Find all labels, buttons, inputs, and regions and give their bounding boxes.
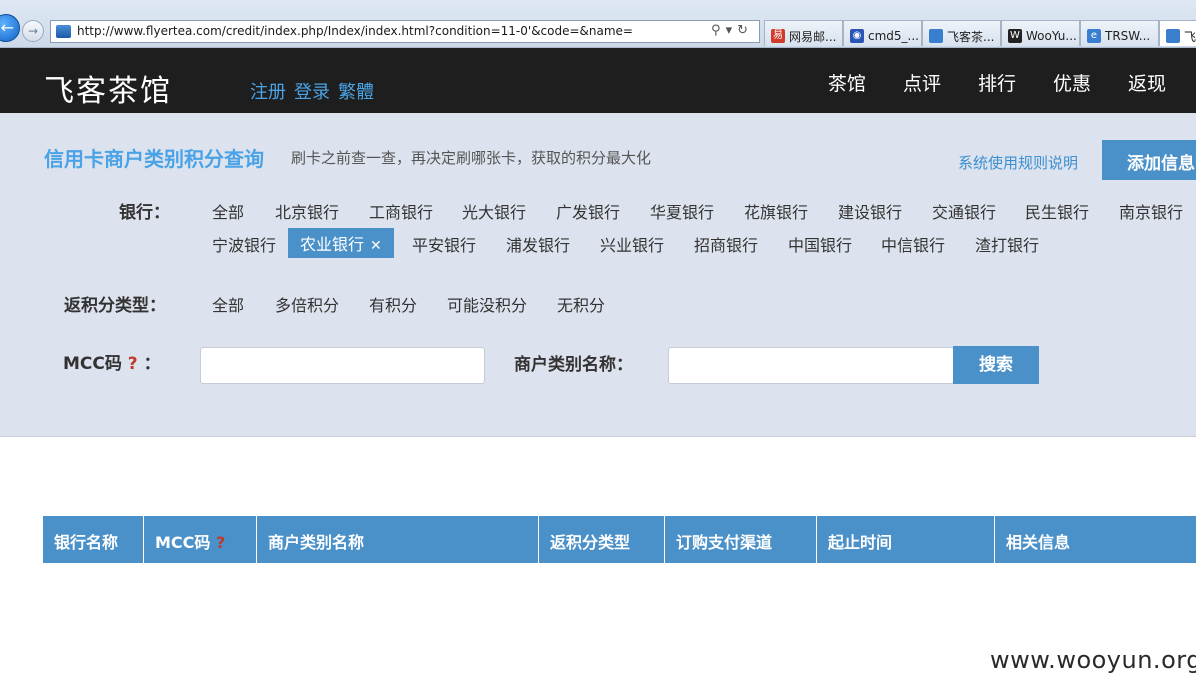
- col-merchant-category: 商户类别名称: [257, 516, 539, 563]
- tab-label: 飞客茶...: [947, 29, 995, 44]
- merchant-category-label: 商户类别名称：: [514, 355, 633, 375]
- site-header: 飞客茶馆 注册 登录 繁體 茶馆 点评 排行 优惠 返现: [0, 48, 1196, 113]
- results-table-header: 银行名称 MCC码 ? 商户类别名称 返积分类型 订购支付渠道 起止时间 相关信…: [43, 516, 1196, 563]
- browser-chrome: ← → http://www.flyertea.com/credit/index…: [0, 0, 1196, 48]
- nav-deals[interactable]: 优惠: [1053, 69, 1091, 96]
- bank-option[interactable]: 北京银行: [275, 199, 339, 223]
- bank-option[interactable]: 南京银行: [1119, 199, 1183, 223]
- tab-label: WooYu...: [1026, 29, 1077, 43]
- bank-option[interactable]: 兴业银行: [600, 232, 664, 256]
- auth-links: 注册 登录 繁體: [250, 78, 382, 104]
- login-link[interactable]: 登录: [294, 82, 330, 103]
- bank-option[interactable]: 浦发银行: [506, 232, 570, 256]
- help-icon[interactable]: ?: [216, 533, 225, 552]
- forward-arrow-icon[interactable]: →: [22, 20, 44, 42]
- mcc-label-text: MCC码: [63, 354, 122, 374]
- dropdown-icon[interactable]: ▾: [726, 23, 738, 38]
- type-option[interactable]: 有积分: [369, 292, 417, 316]
- tab-label: 飞: [1184, 29, 1196, 44]
- nav-teahouse[interactable]: 茶馆: [828, 69, 866, 96]
- col-payment-channel: 订购支付渠道: [665, 516, 817, 563]
- address-url[interactable]: http://www.flyertea.com/credit/index.php…: [77, 24, 633, 38]
- page-title: 信用卡商户类别积分查询: [44, 147, 264, 171]
- browser-tab[interactable]: 易网易邮...: [764, 20, 843, 46]
- add-info-button[interactable]: 添加信息: [1102, 140, 1196, 180]
- type-option[interactable]: 多倍积分: [275, 292, 339, 316]
- browser-tabs: 易网易邮... ◉ cmd5_... 飞客茶... W WooYu... e TRSW…: [764, 20, 1196, 46]
- watermark-text: www.wooyun.org: [990, 646, 1196, 674]
- help-icon[interactable]: ?: [128, 354, 138, 374]
- bank-option[interactable]: 招商银行: [694, 232, 758, 256]
- browser-tab[interactable]: W WooYu...: [1001, 20, 1080, 46]
- bank-option[interactable]: 民生银行: [1025, 199, 1089, 223]
- address-tools[interactable]: ⚲▾↻: [711, 23, 753, 38]
- col-bank-name: 银行名称: [43, 516, 144, 563]
- bank-option[interactable]: 渣打银行: [975, 232, 1039, 256]
- col-mcc: MCC码 ?: [144, 516, 257, 563]
- tab-favicon-icon: [1166, 29, 1180, 43]
- tab-favicon-icon: [929, 29, 943, 43]
- tab-label: TRSW...: [1105, 29, 1151, 43]
- tab-label: 网易邮...: [789, 29, 837, 44]
- points-type-label: 返积分类型：: [64, 296, 166, 316]
- mcc-label: MCC码 ? ：: [63, 349, 161, 374]
- bank-option[interactable]: 建设银行: [838, 199, 902, 223]
- bank-option[interactable]: 花旗银行: [744, 199, 808, 223]
- filter-panel: 信用卡商户类别积分查询 刷卡之前查一查，再决定刷哪张卡，获取的积分最大化 系统使…: [0, 113, 1196, 437]
- tab-favicon-icon: ◉: [850, 29, 864, 43]
- nav-cashback[interactable]: 返现: [1128, 69, 1166, 96]
- browser-tab-active[interactable]: 飞: [1159, 20, 1196, 46]
- bank-option-all[interactable]: 全部: [212, 199, 244, 223]
- nav-rankings[interactable]: 排行: [978, 69, 1016, 96]
- tab-favicon-icon: W: [1008, 29, 1022, 43]
- browser-tab[interactable]: e TRSW...: [1080, 20, 1159, 46]
- col-mcc-text: MCC码: [155, 533, 211, 552]
- bank-filter-label: 银行：: [119, 203, 170, 223]
- mcc-label-colon: ：: [143, 354, 161, 374]
- address-bar[interactable]: http://www.flyertea.com/credit/index.php…: [50, 20, 760, 43]
- close-icon[interactable]: ✕: [370, 238, 382, 254]
- nav-reviews[interactable]: 点评: [903, 69, 941, 96]
- tab-label: cmd5_...: [868, 29, 919, 43]
- bank-option[interactable]: 宁波银行: [212, 232, 276, 256]
- bank-option[interactable]: 华夏银行: [650, 199, 714, 223]
- bank-option[interactable]: 工商银行: [369, 199, 433, 223]
- tab-favicon-icon: e: [1087, 29, 1101, 43]
- type-option[interactable]: 无积分: [557, 292, 605, 316]
- browser-tab[interactable]: 飞客茶...: [922, 20, 1001, 46]
- bank-option[interactable]: 平安银行: [412, 232, 476, 256]
- back-arrow-icon[interactable]: ←: [0, 14, 20, 42]
- register-link[interactable]: 注册: [250, 82, 286, 103]
- search-icon[interactable]: ⚲: [711, 23, 726, 38]
- search-button[interactable]: 搜索: [953, 346, 1039, 384]
- type-option[interactable]: 可能没积分: [447, 292, 527, 316]
- refresh-icon[interactable]: ↻: [737, 23, 753, 38]
- browser-tab[interactable]: ◉ cmd5_...: [843, 20, 922, 46]
- rules-link[interactable]: 系统使用规则说明: [958, 152, 1078, 173]
- bank-option[interactable]: 中信银行: [881, 232, 945, 256]
- bank-option[interactable]: 光大银行: [462, 199, 526, 223]
- bank-option[interactable]: 交通银行: [932, 199, 996, 223]
- main-nav: 茶馆 点评 排行 优惠 返现: [828, 69, 1166, 96]
- type-option-all[interactable]: 全部: [212, 292, 244, 316]
- col-related-info: 相关信息: [1006, 533, 1071, 552]
- col-points-type: 返积分类型: [539, 516, 665, 563]
- bank-option[interactable]: 广发银行: [556, 199, 620, 223]
- bank-option-selected[interactable]: 农业银行 ✕: [288, 228, 394, 258]
- site-logo[interactable]: 飞客茶馆: [44, 66, 172, 110]
- site-favicon-icon: [56, 25, 71, 38]
- tab-favicon-icon: 易: [771, 29, 785, 43]
- page-subtitle: 刷卡之前查一查，再决定刷哪张卡，获取的积分最大化: [291, 149, 652, 167]
- merchant-category-input[interactable]: [668, 347, 954, 384]
- mcc-input[interactable]: [200, 347, 485, 384]
- selected-bank-label: 农业银行: [300, 235, 365, 254]
- bank-option[interactable]: 中国银行: [788, 232, 852, 256]
- col-period: 起止时间: [817, 516, 995, 563]
- traditional-chinese-link[interactable]: 繁體: [338, 82, 374, 103]
